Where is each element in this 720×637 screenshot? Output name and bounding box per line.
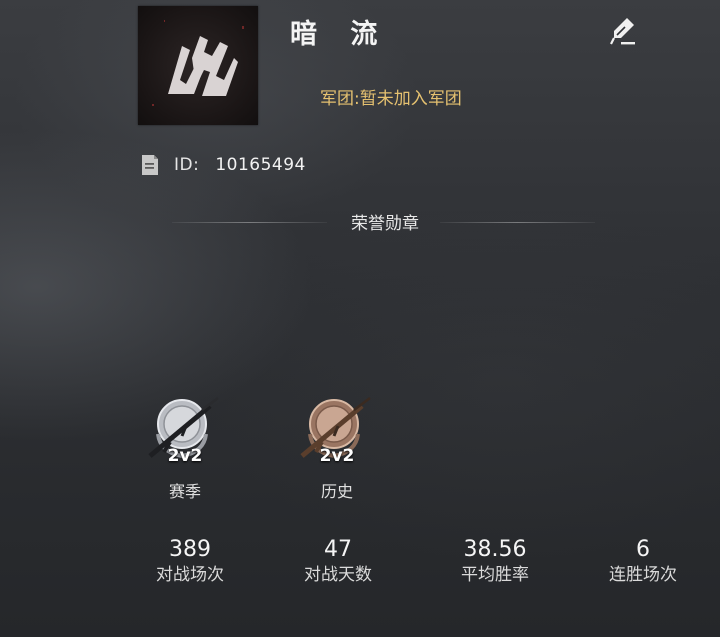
clan-emblem-icon — [152, 20, 244, 106]
history-badge-caption: 历史 — [320, 482, 353, 501]
stat-label: 平均胜率 — [461, 565, 529, 585]
avatar[interactable] — [138, 6, 258, 125]
stat-label: 连胜场次 — [609, 565, 677, 585]
stat-value: 6 — [636, 537, 650, 562]
divider-right — [440, 222, 595, 223]
id-label: ID: — [174, 155, 200, 175]
stat-total-matches: 389 对战场次 — [120, 536, 260, 586]
stat-win-streak: 6 连胜场次 — [573, 536, 713, 586]
legion-text: 军团:暂未加入军团 — [320, 89, 462, 109]
quill-pen-icon — [610, 18, 635, 45]
player-name: 暗 流 — [290, 19, 390, 50]
stat-label: 对战场次 — [156, 565, 224, 585]
season-badge[interactable]: 2v2 赛季 — [140, 396, 230, 506]
player-id-row: ID: 10165494 — [140, 152, 306, 178]
stat-value: 38.56 — [463, 537, 527, 562]
stat-battle-days: 47 对战天数 — [268, 536, 408, 586]
season-badge-caption: 赛季 — [168, 482, 201, 501]
season-badge-level: 2v2 — [167, 446, 203, 466]
stat-avg-win-rate: 38.56 平均胜率 — [425, 536, 565, 586]
stat-value: 47 — [324, 537, 352, 562]
honor-medal-title: 荣誉勋章 — [351, 214, 419, 234]
stat-value: 389 — [169, 537, 211, 562]
edit-profile-button[interactable] — [605, 15, 639, 49]
divider-left — [172, 222, 327, 223]
id-value: 10165494 — [215, 155, 306, 175]
history-badge[interactable]: 2v2 历史 — [292, 396, 382, 506]
history-badge-level: 2v2 — [319, 446, 355, 466]
document-icon — [142, 155, 158, 175]
stat-label: 对战天数 — [304, 565, 372, 585]
